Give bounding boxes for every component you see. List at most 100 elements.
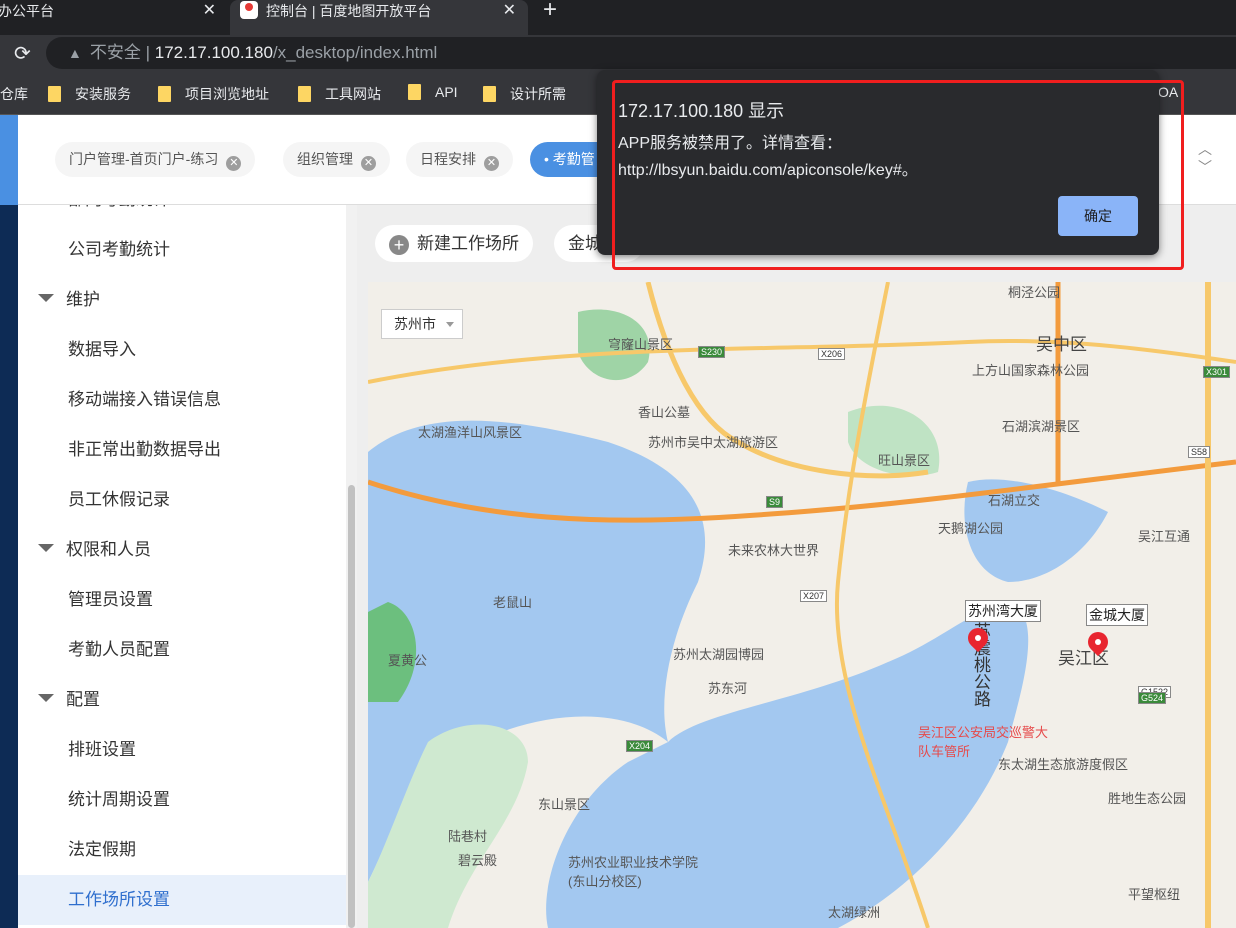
sidebar-item-label: 移动端接入错误信息 (68, 390, 221, 409)
close-icon[interactable]: ✕ (226, 156, 242, 171)
sidebar-item-label: 公司考勤统计 (68, 240, 170, 259)
sidebar-item[interactable]: 管理员设置 (18, 575, 346, 625)
sidebar-item[interactable]: 公司考勤统计 (18, 225, 346, 275)
bookmark[interactable]: 工具网站 (298, 84, 381, 104)
road-badge: S9 (766, 496, 784, 508)
tag-schedule[interactable]: 日程安排 ✕ (406, 142, 513, 177)
tag-label: 门户管理-首页门户-练习 (69, 151, 219, 167)
marker-label: 金城大厦 (1086, 604, 1148, 626)
bookmark-label: 设计所需 (510, 86, 566, 102)
map-place-label: 旺山景区 (878, 453, 931, 468)
close-icon[interactable]: ✕ (484, 156, 499, 171)
sidebar-group[interactable]: 配置 (18, 675, 346, 725)
sidebar-item[interactable]: 部门考勤统计 (18, 205, 346, 225)
map-place-label: 苏州太湖园博园 (673, 647, 765, 662)
dialog-title: 172.17.100.180 显示 (618, 101, 785, 121)
sidebar-group[interactable]: 维护 (18, 275, 346, 325)
plus-icon: + (389, 235, 409, 255)
chevron-up-icon[interactable]: ︿ (1198, 140, 1212, 158)
ok-button[interactable]: 确定 (1058, 196, 1138, 236)
tag-label: 组织管理 (297, 151, 353, 167)
sidebar-item[interactable]: 法定假期 (18, 825, 346, 875)
sidebar-item[interactable]: 排班设置 (18, 725, 346, 775)
sidebar-item-label: 考勤人员配置 (68, 640, 170, 659)
map-place-label: 上方山国家森林公园 (972, 363, 1090, 378)
bookmark[interactable]: 设计所需 (483, 84, 566, 104)
sidebar-item-label: 统计周期设置 (68, 790, 170, 809)
sidebar-item-label: 排班设置 (68, 740, 136, 759)
sidebar-item-label: 管理员设置 (68, 590, 153, 609)
map-place-label: 东太湖生态旅游度假区 (998, 757, 1129, 772)
sidebar-item-label: 员工休假记录 (68, 490, 170, 509)
tag-portal[interactable]: 门户管理-首页门户-练习 ✕ (55, 142, 256, 177)
sidebar-item[interactable]: 移动端接入错误信息 (18, 375, 346, 425)
map-place-label: 桐泾公园 (1008, 285, 1061, 300)
url-host: 172.17.100.180 (154, 43, 273, 62)
sidebar-item[interactable]: 非正常出勤数据导出 (18, 425, 346, 475)
alert-dialog: 172.17.100.180 显示 APP服务被禁用了。详情查看：http://… (597, 70, 1159, 255)
sidebar-scrollbar[interactable] (346, 205, 357, 928)
reload-icon[interactable]: ⟳ (14, 41, 31, 66)
sidebar-item-label: 配置 (66, 690, 100, 709)
map-place-label: 石湖滨湖景区 (1002, 419, 1081, 434)
url-input[interactable]: ▲ 不安全 | 172.17.100.180/x_desktop/index.ht… (46, 37, 1236, 69)
warning-icon: ▲ (68, 45, 82, 61)
sidebar-item-label: 数据导入 (68, 340, 136, 359)
bookmark-label: 项目浏览地址 (185, 86, 269, 102)
road-badge: X207 (800, 590, 828, 602)
button-label: 新建工作场所 (417, 234, 519, 253)
map-place-label: 陆巷村 (448, 829, 488, 844)
close-icon[interactable]: ✕ (361, 156, 376, 171)
browser-tab-active[interactable]: 控制台 | 百度地图开放平台 ✕ (230, 0, 528, 35)
bookmark[interactable]: 安装服务 (48, 84, 131, 104)
scrollbar-thumb[interactable] (348, 485, 355, 928)
sidebar-item-label: 部门考勤统计 (68, 205, 170, 209)
road-badge: S58 (1188, 446, 1211, 458)
sidebar-item-label: 工作场所设置 (68, 890, 170, 909)
map-place-label: 穹窿山景区 (608, 337, 674, 352)
map-place-label: 太湖渔洋山风景区 (418, 425, 523, 440)
bookmark-label: OA (1158, 84, 1179, 100)
close-tab-icon[interactable]: ✕ (503, 0, 516, 22)
tab-title: 办公平台 (0, 3, 54, 19)
map-place-label: 苏州市吴中太湖旅游区 (648, 435, 779, 450)
bookmark[interactable]: 项目浏览地址 (158, 84, 269, 104)
sidebar-item[interactable]: 工作场所设置 (18, 875, 346, 925)
map-place-label: 平望枢纽 (1128, 887, 1181, 902)
map-place-label: 未来农林大世界 (728, 543, 820, 558)
sidebar-item[interactable]: 考勤人员配置 (18, 625, 346, 675)
road-badge: X204 (626, 740, 654, 752)
bookmark-label: 安装服务 (75, 86, 131, 102)
tag-org[interactable]: 组织管理 ✕ (283, 142, 390, 177)
tag-scroll-arrows[interactable]: ︿ ﹀ (1198, 140, 1212, 176)
dialog-message: APP服务被禁用了。详情查看：http://lbsyun.baidu.com/a… (618, 135, 918, 179)
sidebar-item[interactable]: 员工休假记录 (18, 475, 346, 525)
close-tab-icon[interactable]: ✕ (203, 0, 216, 22)
chevron-down-icon[interactable]: ﹀ (1198, 158, 1212, 176)
sidebar-group[interactable]: 权限和人员 (18, 525, 346, 575)
road-badge: X206 (818, 348, 846, 360)
new-tab-button[interactable]: + (543, 0, 557, 24)
bookmark[interactable]: API (408, 84, 458, 100)
sidebar-item[interactable]: 数据导入 (18, 325, 346, 375)
road-badge: G524 (1138, 692, 1167, 704)
bookmark-label: 工具网站 (325, 86, 381, 102)
folder-icon (408, 84, 421, 100)
baidu-map[interactable]: 苏州市 吴中区 穹窿山景区 香山公墓 太湖渔洋山风景区 苏州市吴中太湖旅游区 旺山景区 上方… (368, 282, 1236, 928)
bookmark-label: 仓库 (0, 86, 28, 102)
security-label: 不安全 (89, 43, 141, 62)
new-workplace-button[interactable]: + 新建工作场所 (375, 225, 533, 262)
map-place-label: 老鼠山 (493, 595, 533, 610)
bookmark[interactable]: 仓库 (0, 84, 28, 104)
browser-tab[interactable]: 办公平台 ✕ (0, 0, 228, 35)
caret-down-icon (38, 544, 54, 552)
folder-icon (48, 86, 61, 102)
tag-label: 日程安排 (420, 151, 476, 167)
map-place-label: 夏黄公 (388, 653, 428, 668)
sidebar-item-label: 法定假期 (68, 840, 136, 859)
sidebar-item[interactable]: 统计周期设置 (18, 775, 346, 825)
map-place-label: 天鹅湖公园 (938, 521, 1004, 536)
tab-title: 控制台 | 百度地图开放平台 (266, 3, 432, 19)
bookmark[interactable]: OA (1158, 84, 1178, 100)
city-select[interactable]: 苏州市 (381, 309, 463, 339)
